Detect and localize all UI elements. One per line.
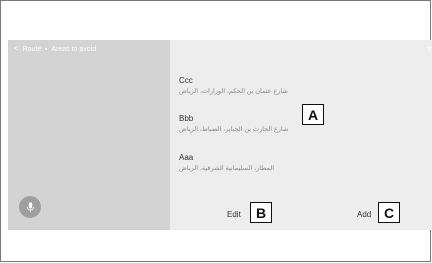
breadcrumb: < Route Areas to avoid	[14, 45, 96, 53]
signal-icon	[426, 46, 432, 52]
area-name: Aaa	[179, 153, 194, 162]
area-item-aaa[interactable]: Aaa المطار، السليمانية الشرقية، الرياض	[179, 153, 419, 173]
callout-label-b: B	[250, 202, 272, 223]
back-chevron-icon[interactable]: <	[14, 45, 19, 53]
area-address: شارع عثمان بن الحكم، الوزارات، الرياض	[179, 88, 288, 95]
area-name: Bbb	[179, 114, 194, 123]
microphone-icon	[26, 202, 34, 212]
breadcrumb-route[interactable]: Route	[23, 46, 42, 53]
sidebar-panel: < Route Areas to avoid	[8, 40, 170, 230]
callout-label-a: A	[302, 104, 324, 125]
callout-label-c: C	[378, 202, 400, 223]
add-button[interactable]: Add	[357, 210, 371, 219]
area-address: شارع الحارث بن الجباير، الضباط، الرياض	[179, 126, 289, 133]
area-item-ccc[interactable]: Ccc شارع عثمان بن الحكم، الوزارات، الريا…	[179, 76, 419, 96]
edit-button[interactable]: Edit	[227, 210, 241, 219]
areas-to-avoid-screen: < Route Areas to avoid Ccc شارع عثمان بن…	[8, 40, 432, 230]
area-name: Ccc	[179, 76, 193, 85]
breadcrumb-separator	[45, 48, 48, 50]
breadcrumb-areas-to-avoid: Areas to avoid	[51, 45, 97, 53]
area-item-bbb[interactable]: Bbb شارع الحارث بن الجباير، الضباط، الري…	[179, 114, 419, 134]
area-address: المطار، السليمانية الشرقية، الرياض	[179, 165, 275, 172]
microphone-button[interactable]	[19, 196, 41, 218]
